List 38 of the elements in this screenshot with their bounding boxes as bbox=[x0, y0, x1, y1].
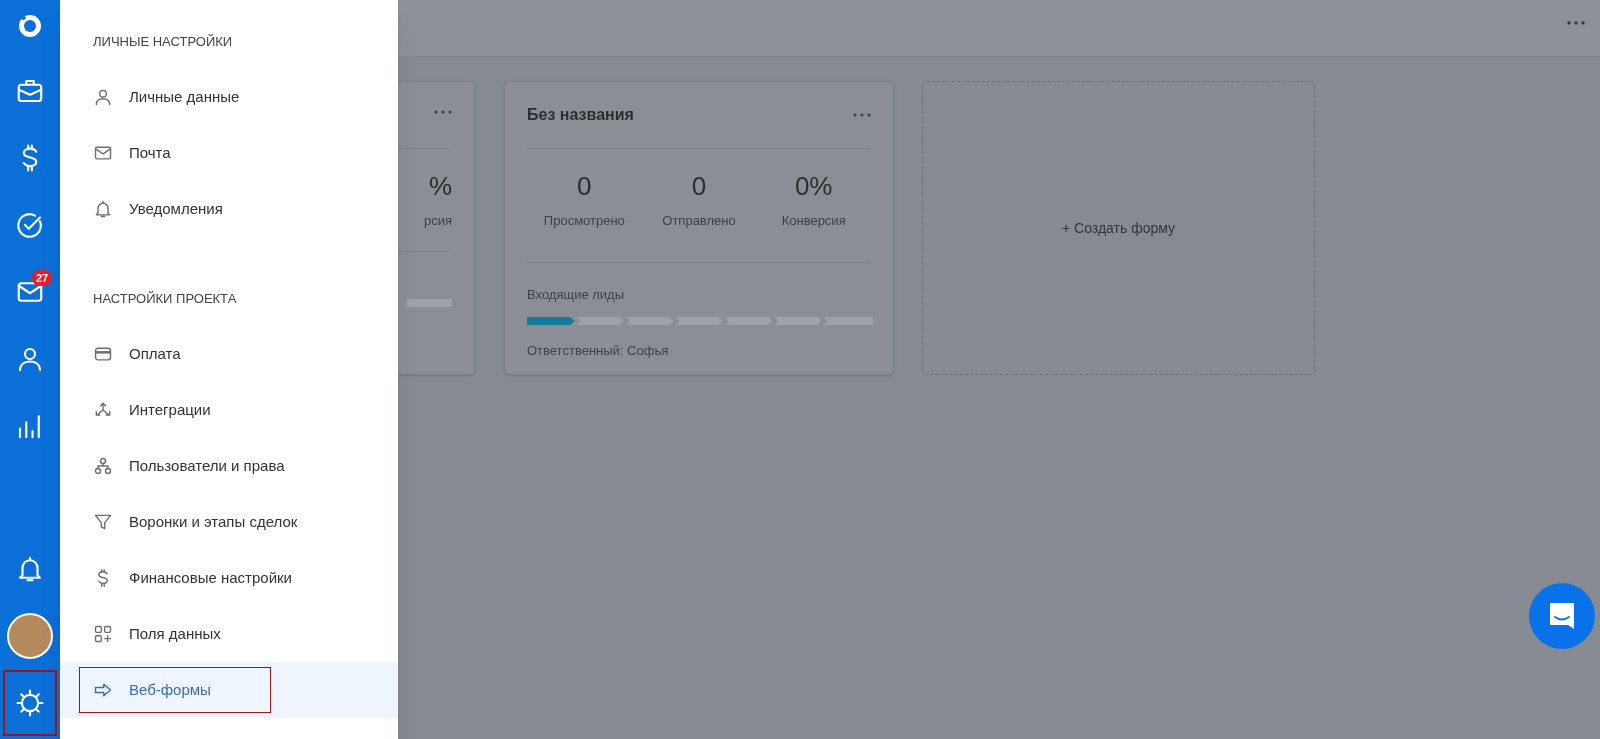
section-heading: НАСТРОЙКИ ПРОЕКТА bbox=[92, 290, 238, 308]
funnel-label: Входящие лиды bbox=[527, 286, 626, 304]
menu-item[interactable]: Воронки и этапы сделок bbox=[80, 500, 308, 544]
more-icon[interactable] bbox=[853, 113, 871, 117]
menu-item[interactable]: Оплата bbox=[80, 332, 270, 376]
person-icon bbox=[93, 87, 113, 107]
check-circle-icon[interactable] bbox=[15, 210, 45, 240]
stat-label: Конверсия bbox=[781, 212, 846, 230]
unread-badge: 27 bbox=[32, 270, 52, 286]
create-form-button[interactable]: + Создать форму bbox=[922, 81, 1315, 375]
users-icon bbox=[93, 456, 113, 476]
stat-label: Просмотрено bbox=[543, 212, 625, 230]
menu-item[interactable]: Уведомления bbox=[80, 187, 270, 231]
more-icon[interactable] bbox=[434, 110, 452, 114]
stat-value: 0 bbox=[577, 171, 592, 201]
logo-icon[interactable] bbox=[17, 12, 43, 38]
section-heading: ЛИЧНЫЕ НАСТРОЙКИ bbox=[92, 33, 234, 51]
grid-icon bbox=[93, 624, 113, 644]
menu-item[interactable]: Поля данных bbox=[80, 612, 270, 656]
bell-icon bbox=[93, 199, 113, 219]
more-icon[interactable] bbox=[1566, 20, 1586, 26]
card-icon bbox=[93, 344, 113, 364]
menu-item[interactable]: Интеграции bbox=[80, 388, 270, 432]
stat-value: 0% bbox=[794, 171, 833, 201]
owner-text: Ответственный: Софья bbox=[527, 341, 670, 360]
stat-value: 0 bbox=[691, 171, 707, 201]
menu-item[interactable]: Личные данные bbox=[80, 75, 270, 119]
envelope-icon bbox=[93, 143, 113, 163]
menu-item[interactable]: Почта bbox=[80, 131, 270, 175]
avatar[interactable] bbox=[7, 613, 53, 659]
funnel-icon bbox=[93, 512, 113, 532]
stat-label: Отправлено bbox=[662, 212, 736, 230]
stat-label: рсия bbox=[423, 212, 452, 230]
stat-value: % bbox=[428, 171, 452, 201]
menu-item[interactable]: Финансовые настройки bbox=[80, 556, 302, 600]
menu-item[interactable]: Пользователи и права bbox=[80, 444, 295, 488]
settings-icon[interactable] bbox=[15, 688, 45, 718]
card-title: Без названия bbox=[527, 105, 634, 125]
